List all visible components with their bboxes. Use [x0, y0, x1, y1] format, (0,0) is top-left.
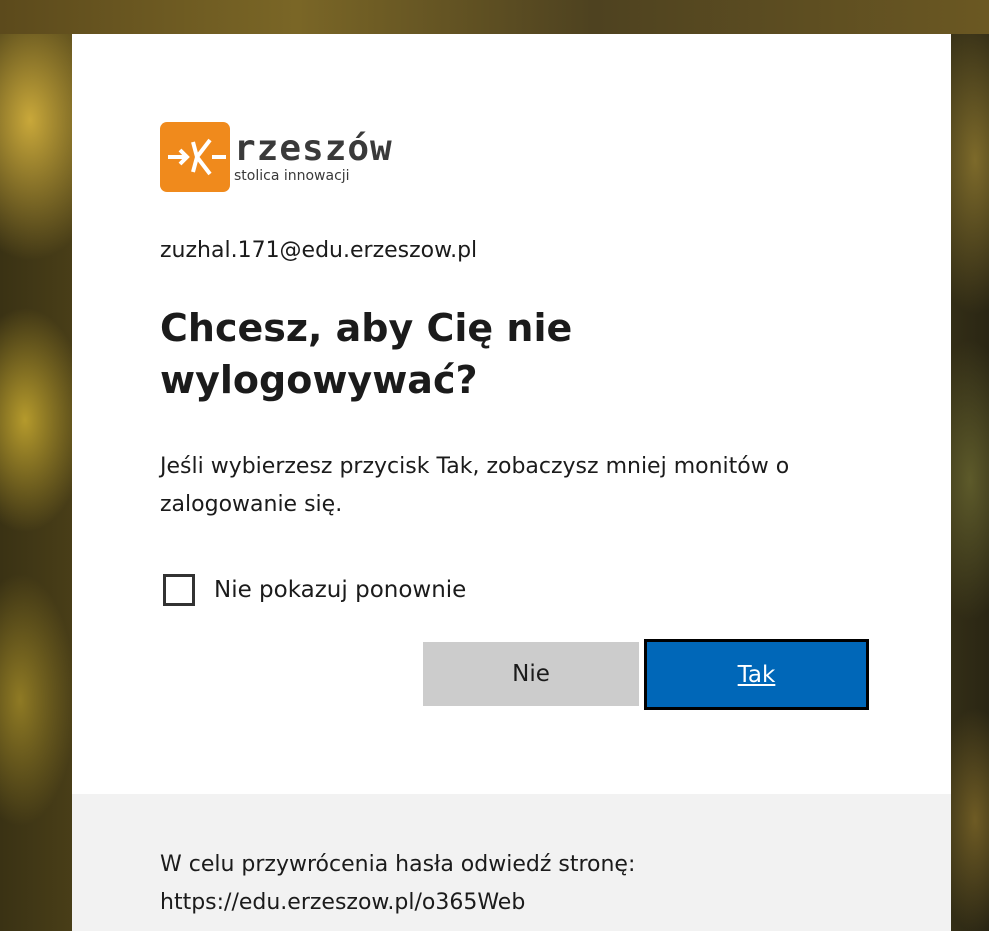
page-title: Chcesz, aby Cię nie wylogowywać? — [160, 306, 573, 402]
footer-panel: W celu przywrócenia hasła odwiedź stronę… — [72, 794, 951, 931]
yes-button[interactable]: Tak — [644, 639, 869, 710]
account-email: zuzhal.171@edu.erzeszow.pl — [160, 238, 478, 263]
brand-logo: rzeszów stolica innowacji — [160, 122, 393, 192]
no-button[interactable]: Nie — [423, 642, 639, 706]
background-photo-top — [0, 0, 989, 34]
brand-wordmark: rzeszów stolica innowacji — [234, 128, 393, 184]
dont-show-again-checkbox[interactable] — [163, 574, 195, 606]
dont-show-again-label: Nie pokazuj ponownie — [214, 577, 467, 603]
prompt-description: Jeśli wybierzesz przycisk Tak, zobaczysz… — [160, 454, 790, 517]
footer-text: W celu przywrócenia hasła odwiedź stronę… — [160, 846, 635, 922]
dont-show-again-option[interactable]: Nie pokazuj ponownie — [163, 574, 466, 606]
sign-in-card: rzeszów stolica innowacji zuzhal.171@edu… — [72, 34, 951, 931]
brand-name: rzeszów — [234, 128, 393, 169]
background-photo-left — [0, 0, 72, 931]
password-reset-url: https://edu.erzeszow.pl/o365Web — [160, 890, 526, 915]
brand-tagline: stolica innowacji — [234, 168, 350, 184]
background-photo-right — [951, 0, 989, 931]
password-reset-text: W celu przywrócenia hasła odwiedź stronę… — [160, 852, 636, 877]
rzeszow-logo-icon — [160, 122, 230, 192]
